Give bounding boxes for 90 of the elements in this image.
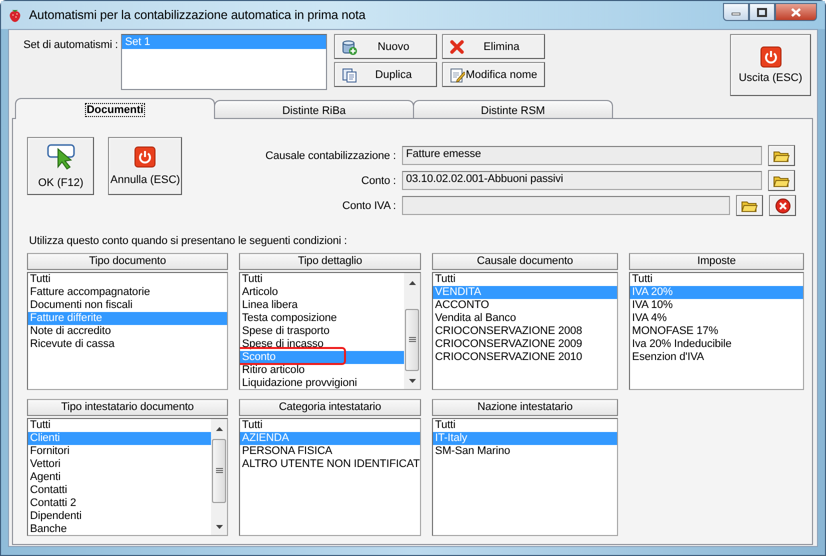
list-item[interactable]: Agenti <box>28 471 211 484</box>
field-label: Conto : <box>360 174 396 186</box>
close-button[interactable] <box>775 3 817 21</box>
list-item[interactable]: MONOFASE 17% <box>630 325 803 338</box>
copy-icon <box>341 66 357 82</box>
text-field[interactable]: Fatture emesse <box>402 146 762 165</box>
column-header[interactable]: Categoria intestatario <box>239 399 421 416</box>
strawberry-icon <box>7 7 23 23</box>
clear-icon <box>774 198 790 214</box>
list-item[interactable]: Tutti <box>240 419 420 432</box>
list-item[interactable]: Iva 20% Indeducibile <box>630 338 803 351</box>
down-arrow-icon[interactable] <box>216 525 222 529</box>
list-item[interactable]: Spese di trasporto <box>240 325 404 338</box>
list-item[interactable]: Contatti 2 <box>28 497 211 510</box>
list-item[interactable]: Note di accredito <box>28 325 227 338</box>
browse-button[interactable] <box>768 145 795 166</box>
tab[interactable]: Distinte RSM <box>413 100 613 118</box>
column-header[interactable]: Tipo intestatario documento <box>27 399 228 416</box>
pencil-icon <box>449 66 465 82</box>
list-item[interactable]: Liquidazione provvigioni <box>240 377 404 389</box>
list-item[interactable]: Esenzion d'IVA <box>630 351 803 364</box>
cancel-button[interactable]: Annulla (ESC) <box>108 137 182 195</box>
close-icon <box>790 6 802 18</box>
list-item[interactable]: Tutti <box>28 419 211 432</box>
list-item[interactable]: IVA 10% <box>630 299 803 312</box>
list-item[interactable]: Ritiro articolo <box>240 364 404 377</box>
list-item[interactable]: CRIOCONSERVAZIONE 2010 <box>433 351 617 364</box>
down-arrow-icon[interactable] <box>408 379 416 383</box>
list-item[interactable]: Tutti <box>240 273 404 286</box>
exit-button[interactable]: Uscita (ESC) <box>730 34 811 96</box>
column-header[interactable]: Imposte <box>629 253 804 270</box>
up-arrow-icon[interactable] <box>216 427 222 431</box>
browse-button[interactable] <box>768 170 795 191</box>
tab[interactable]: Distinte RiBa <box>214 100 414 118</box>
list-item[interactable]: SM-San Marino <box>433 445 617 458</box>
scrollbar[interactable] <box>404 273 420 389</box>
column-header[interactable]: Nazione intestatario <box>432 399 618 416</box>
maximize-icon <box>757 8 767 16</box>
button-cursor-icon <box>46 143 76 171</box>
list-item[interactable]: Banche <box>28 523 211 535</box>
list-item[interactable]: Fornitori <box>28 445 211 458</box>
toolbar-button[interactable]: Elimina <box>442 34 545 59</box>
list-item[interactable]: Tutti <box>28 273 227 286</box>
list-item[interactable]: Linea libera <box>240 299 404 312</box>
database-plus-icon <box>341 38 357 54</box>
power-icon <box>134 146 156 168</box>
list-item[interactable]: Tutti <box>433 419 617 432</box>
list-item[interactable]: Vettori <box>28 458 211 471</box>
list-item[interactable]: Ricevute di cassa <box>28 338 227 351</box>
field-label: Causale contabilizzazione : <box>264 150 396 162</box>
text-field[interactable] <box>402 196 730 215</box>
ok-button[interactable]: OK (F12) <box>27 137 94 195</box>
instruction-text: Utilizza questo conto quando si presentano le seguenti condizioni : <box>28 234 348 249</box>
column-header[interactable]: Tipo dettaglio <box>239 253 421 270</box>
text-field[interactable]: 03.10.02.02.001-Abbuoni passivi <box>402 171 762 190</box>
list-item[interactable]: Tutti <box>630 273 803 286</box>
grip-icon[interactable] <box>408 337 416 343</box>
list-item[interactable]: ALTRO UTENTE NON IDENTIFICAT <box>240 458 420 471</box>
list-item[interactable]: Spese di incasso <box>240 338 404 351</box>
up-arrow-icon[interactable] <box>408 281 416 285</box>
list-item[interactable]: IVA 4% <box>630 312 803 325</box>
list-item[interactable]: Tutti <box>433 273 617 286</box>
list-item[interactable]: Dipendenti <box>28 510 211 523</box>
list-item[interactable]: Documenti non fiscali <box>28 299 227 312</box>
toolbar-button[interactable]: Duplica <box>334 62 437 87</box>
maximize-button[interactable] <box>749 3 775 21</box>
toolbar-button[interactable]: Modifica nome <box>442 62 545 87</box>
clear-button[interactable] <box>769 195 796 216</box>
grip-icon[interactable] <box>216 468 222 474</box>
window-title: Automatismi per la contabilizzazione automatica in prima nota <box>29 8 367 22</box>
browse-button[interactable] <box>736 195 763 216</box>
list-item[interactable]: Testa composizione <box>240 312 404 325</box>
list-item[interactable]: Articolo <box>240 286 404 299</box>
column-header[interactable]: Tipo documento <box>27 253 228 270</box>
minimize-button[interactable] <box>723 3 749 21</box>
scrollbar[interactable] <box>211 419 227 535</box>
power-icon <box>760 46 782 68</box>
tab[interactable]: Documenti <box>15 98 215 119</box>
list-item[interactable]: Fatture accompagnatorie <box>28 286 227 299</box>
set-label: Set di automatismi : <box>22 38 119 53</box>
list-item[interactable]: CRIOCONSERVAZIONE 2009 <box>433 338 617 351</box>
list-item[interactable]: PERSONA FISICA <box>240 445 420 458</box>
list-item[interactable]: ACCONTO <box>433 299 617 312</box>
list-item[interactable]: Contatti <box>28 484 211 497</box>
cross-icon <box>449 38 465 54</box>
field-label: Conto IVA : <box>341 200 396 212</box>
list-item[interactable]: Vendita al Banco <box>433 312 617 325</box>
list-item[interactable]: CRIOCONSERVAZIONE 2008 <box>433 325 617 338</box>
toolbar-button[interactable]: Nuovo <box>334 34 437 59</box>
column-header[interactable]: Causale documento <box>432 253 618 270</box>
